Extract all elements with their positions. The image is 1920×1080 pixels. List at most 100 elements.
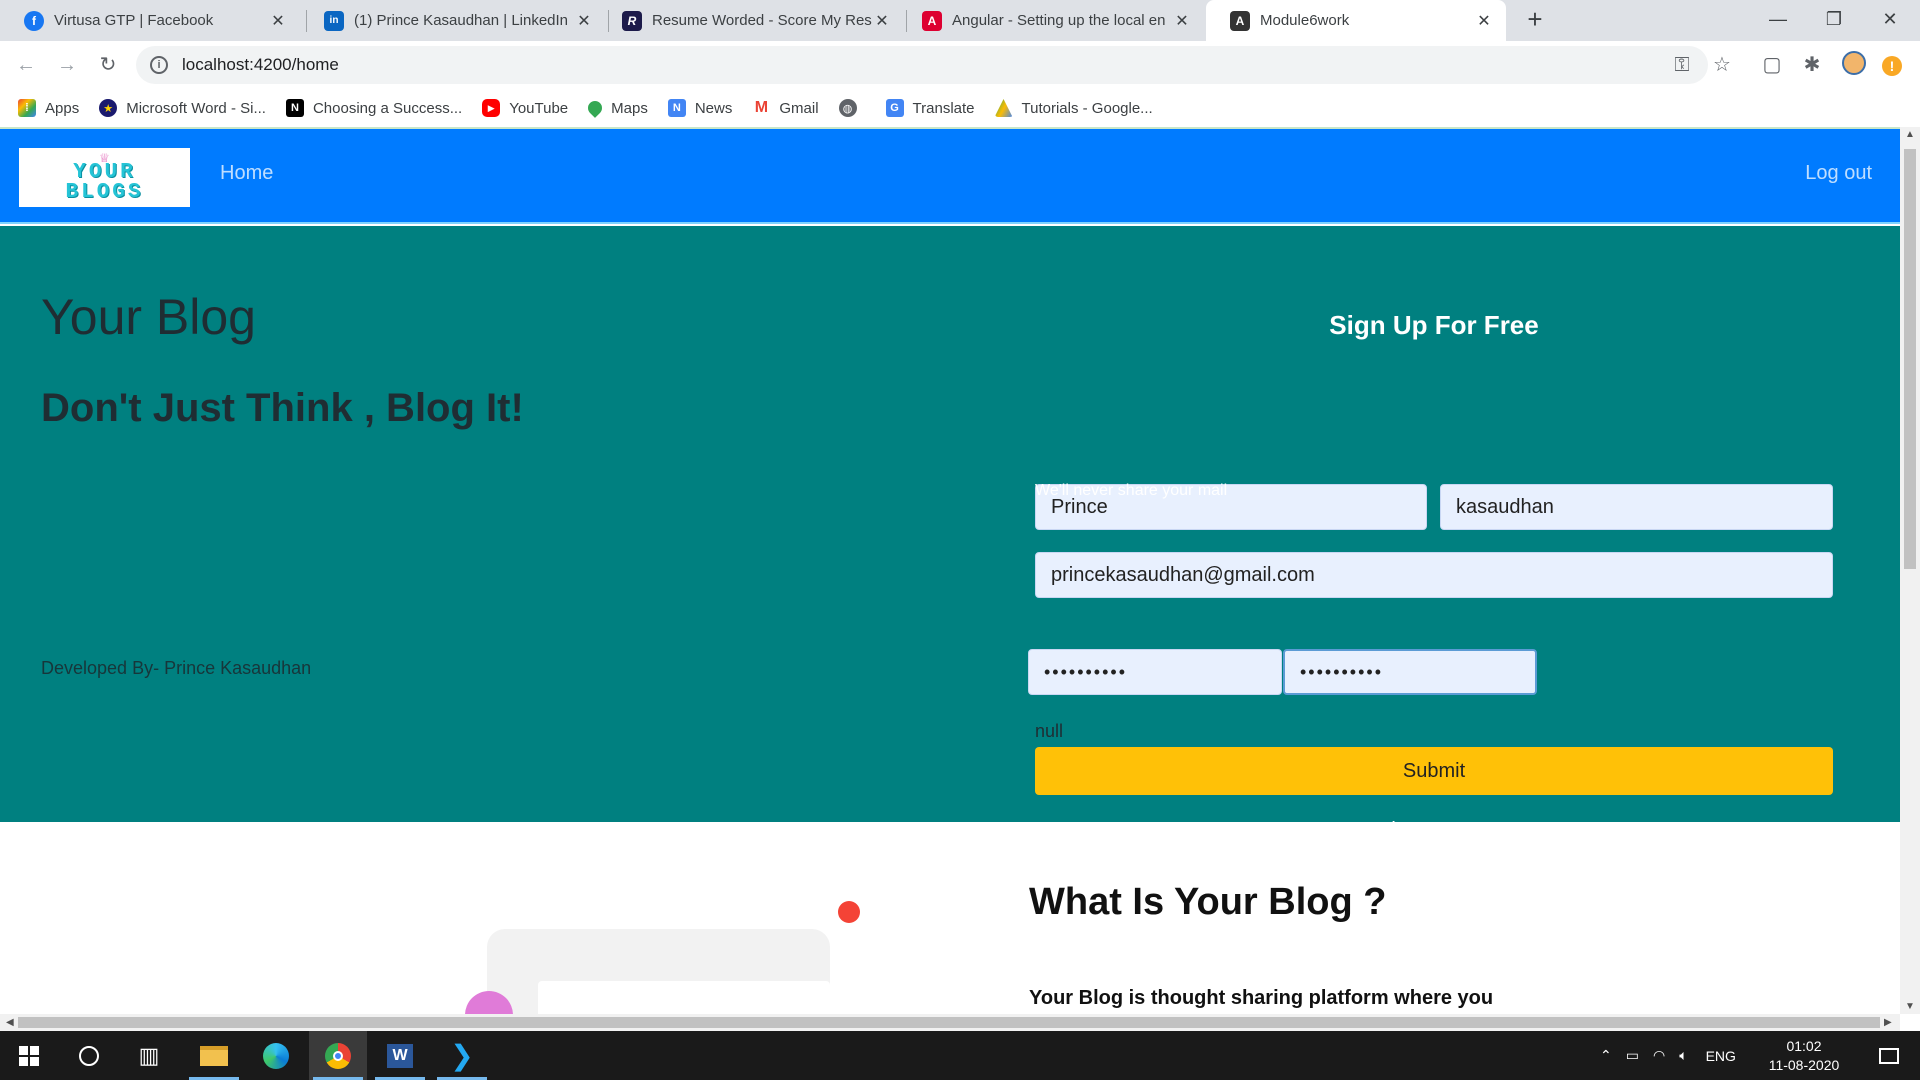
- scroll-left-arrow-icon[interactable]: ◀: [6, 1014, 14, 1031]
- browser-tab-active[interactable]: A Module6work ✕: [1206, 0, 1506, 41]
- linkedin-icon: in: [324, 10, 344, 31]
- tray-chevron-icon[interactable]: ⌃: [1600, 1047, 1612, 1064]
- close-window-icon[interactable]: ✕: [1862, 0, 1918, 41]
- vscode-icon[interactable]: ❯: [433, 1031, 491, 1080]
- browser-toolbar: ← → ↻ i localhost:4200/home ⚿ ☆ ▢ ✱ !: [0, 41, 1920, 89]
- system-tray: ⌃ ▭ ◠ 🔈︎ ENG: [1600, 1031, 1736, 1080]
- horizontal-scroll-thumb[interactable]: [18, 1017, 1880, 1028]
- bookmark-item[interactable]: ▶ YouTube: [482, 99, 568, 117]
- horizontal-scrollbar[interactable]: ◀ ▶: [0, 1014, 1900, 1031]
- scroll-up-arrow-icon[interactable]: ▲: [1900, 129, 1920, 140]
- bookmark-label: Choosing a Success...: [312, 99, 463, 117]
- bookmark-item[interactable]: M Gmail: [752, 99, 819, 117]
- close-tab-icon[interactable]: ✕: [268, 11, 288, 31]
- tab-title: (1) Prince Kasaudhan | LinkedIn: [354, 12, 569, 29]
- bookmark-apps[interactable]: ⁞ Apps: [18, 99, 79, 117]
- youtube-icon: ▶: [482, 99, 501, 117]
- tab-title: Module6work: [1260, 12, 1350, 29]
- globe-icon: ◍: [838, 99, 857, 117]
- notifications-icon[interactable]: [1860, 1031, 1918, 1080]
- reload-icon[interactable]: ↻: [94, 51, 122, 79]
- hero-section: Your Blog Don't Just Think , Blog It! De…: [0, 226, 1900, 841]
- file-explorer-icon[interactable]: [185, 1031, 243, 1080]
- nav-home-link[interactable]: Home: [220, 162, 273, 185]
- scroll-right-arrow-icon[interactable]: ▶: [1884, 1014, 1892, 1031]
- close-tab-icon[interactable]: ✕: [1474, 11, 1494, 31]
- bookmark-item[interactable]: ◍: [838, 99, 866, 117]
- chrome-icon[interactable]: [309, 1031, 367, 1080]
- form-status-text: null: [1035, 721, 1064, 741]
- illustration-red-dot: [838, 901, 860, 923]
- minimize-icon[interactable]: —: [1750, 0, 1806, 41]
- site-navbar: ♕ YOUR BLOGS Home Log out: [0, 129, 1900, 224]
- address-bar[interactable]: i localhost:4200/home: [136, 46, 1708, 84]
- search-circle-icon[interactable]: [60, 1031, 118, 1080]
- bookmark-item[interactable]: G Translate: [885, 99, 975, 117]
- bookmark-label: YouTube: [509, 99, 569, 117]
- notion-icon: N: [285, 99, 304, 117]
- scroll-down-arrow-icon[interactable]: ▼: [1900, 1001, 1920, 1012]
- url-text: localhost:4200/home: [182, 55, 339, 74]
- bookmark-item[interactable]: Maps: [585, 98, 648, 118]
- tab-title: Resume Worded - Score My Resu: [652, 12, 872, 29]
- bookmark-item[interactable]: ★ Microsoft Word - Si...: [99, 99, 266, 117]
- angular-icon: A: [922, 10, 942, 31]
- password-field[interactable]: [1028, 649, 1282, 695]
- windows-taskbar: ▥ W ❯ ⌃ ▭ ◠ 🔈︎ ENG 01:02 11-08-2020: [0, 1031, 1920, 1080]
- vertical-scroll-thumb[interactable]: [1904, 149, 1916, 569]
- new-tab-icon[interactable]: +: [1521, 6, 1549, 34]
- browser-tab[interactable]: R Resume Worded - Score My Resu ✕: [598, 0, 904, 41]
- email-hint: We'll never share your mail: [1035, 482, 1228, 499]
- about-title: What Is Your Blog ?: [1029, 881, 1387, 923]
- bookmark-label: Apps: [45, 99, 80, 117]
- browser-tab[interactable]: in (1) Prince Kasaudhan | LinkedIn ✕: [300, 0, 606, 41]
- email-field[interactable]: [1035, 552, 1833, 598]
- update-alert-icon[interactable]: !: [1878, 51, 1906, 79]
- language-indicator[interactable]: ENG: [1706, 1048, 1736, 1064]
- browser-tab[interactable]: f Virtusa GTP | Facebook ✕: [0, 0, 300, 41]
- extensions-puzzle-icon[interactable]: ✱: [1798, 51, 1826, 79]
- forward-icon[interactable]: →: [53, 51, 81, 79]
- confirm-password-field[interactable]: [1283, 649, 1537, 695]
- browser-tab-strip: f Virtusa GTP | Facebook ✕ in (1) Prince…: [0, 0, 1920, 41]
- windows-start-icon[interactable]: [0, 1031, 58, 1080]
- bookmark-label: Tutorials - Google...: [1021, 99, 1153, 117]
- logo-line-2: BLOGS: [65, 180, 144, 204]
- close-tab-icon[interactable]: ✕: [872, 11, 892, 31]
- battery-icon[interactable]: ▭: [1626, 1047, 1639, 1064]
- site-info-icon[interactable]: i: [150, 56, 168, 74]
- restore-icon[interactable]: ❐: [1806, 0, 1862, 41]
- edge-browser-icon[interactable]: [247, 1031, 305, 1080]
- bookmark-item[interactable]: N News: [667, 99, 732, 117]
- angular-icon: A: [1230, 10, 1250, 31]
- tab-title: Angular - Setting up the local en: [952, 12, 1166, 29]
- profile-avatar-icon[interactable]: [1840, 51, 1868, 79]
- close-tab-icon[interactable]: ✕: [1172, 11, 1192, 31]
- close-tab-icon[interactable]: ✕: [574, 11, 594, 31]
- login-account-link[interactable]: Login To Account: [1035, 819, 1833, 842]
- back-icon[interactable]: ←: [12, 51, 40, 79]
- browser-tab[interactable]: A Angular - Setting up the local en ✕: [898, 0, 1204, 41]
- bookmark-label: Gmail: [779, 99, 819, 117]
- hero-tagline: Don't Just Think , Blog It!: [41, 386, 524, 430]
- tab-title: Virtusa GTP | Facebook: [54, 12, 214, 29]
- submit-button[interactable]: Submit: [1035, 747, 1833, 795]
- vertical-scrollbar[interactable]: ▲ ▼: [1900, 127, 1920, 1014]
- bookmark-label: Maps: [611, 99, 648, 117]
- news-icon: N: [667, 99, 686, 117]
- last-name-field[interactable]: [1440, 484, 1833, 530]
- developer-credit: Developed By- Prince Kasaudhan: [41, 658, 312, 678]
- taskbar-clock[interactable]: 01:02 11-08-2020: [1764, 1037, 1844, 1075]
- bookmark-item[interactable]: N Choosing a Success...: [285, 99, 463, 117]
- bookmark-item[interactable]: Tutorials - Google...: [994, 99, 1153, 117]
- wifi-icon[interactable]: ◠: [1653, 1047, 1665, 1064]
- task-view-icon[interactable]: ▥: [120, 1031, 178, 1080]
- word-icon[interactable]: W: [371, 1031, 429, 1080]
- volume-icon[interactable]: 🔈︎: [1679, 1047, 1687, 1064]
- site-logo[interactable]: ♕ YOUR BLOGS: [19, 148, 190, 207]
- extension-box-icon[interactable]: ▢: [1758, 51, 1786, 79]
- gmail-icon: M: [752, 99, 771, 117]
- nav-logout-link[interactable]: Log out: [1805, 162, 1872, 185]
- bookmark-star-icon[interactable]: ☆: [1708, 51, 1736, 79]
- key-icon[interactable]: ⚿: [1668, 51, 1696, 79]
